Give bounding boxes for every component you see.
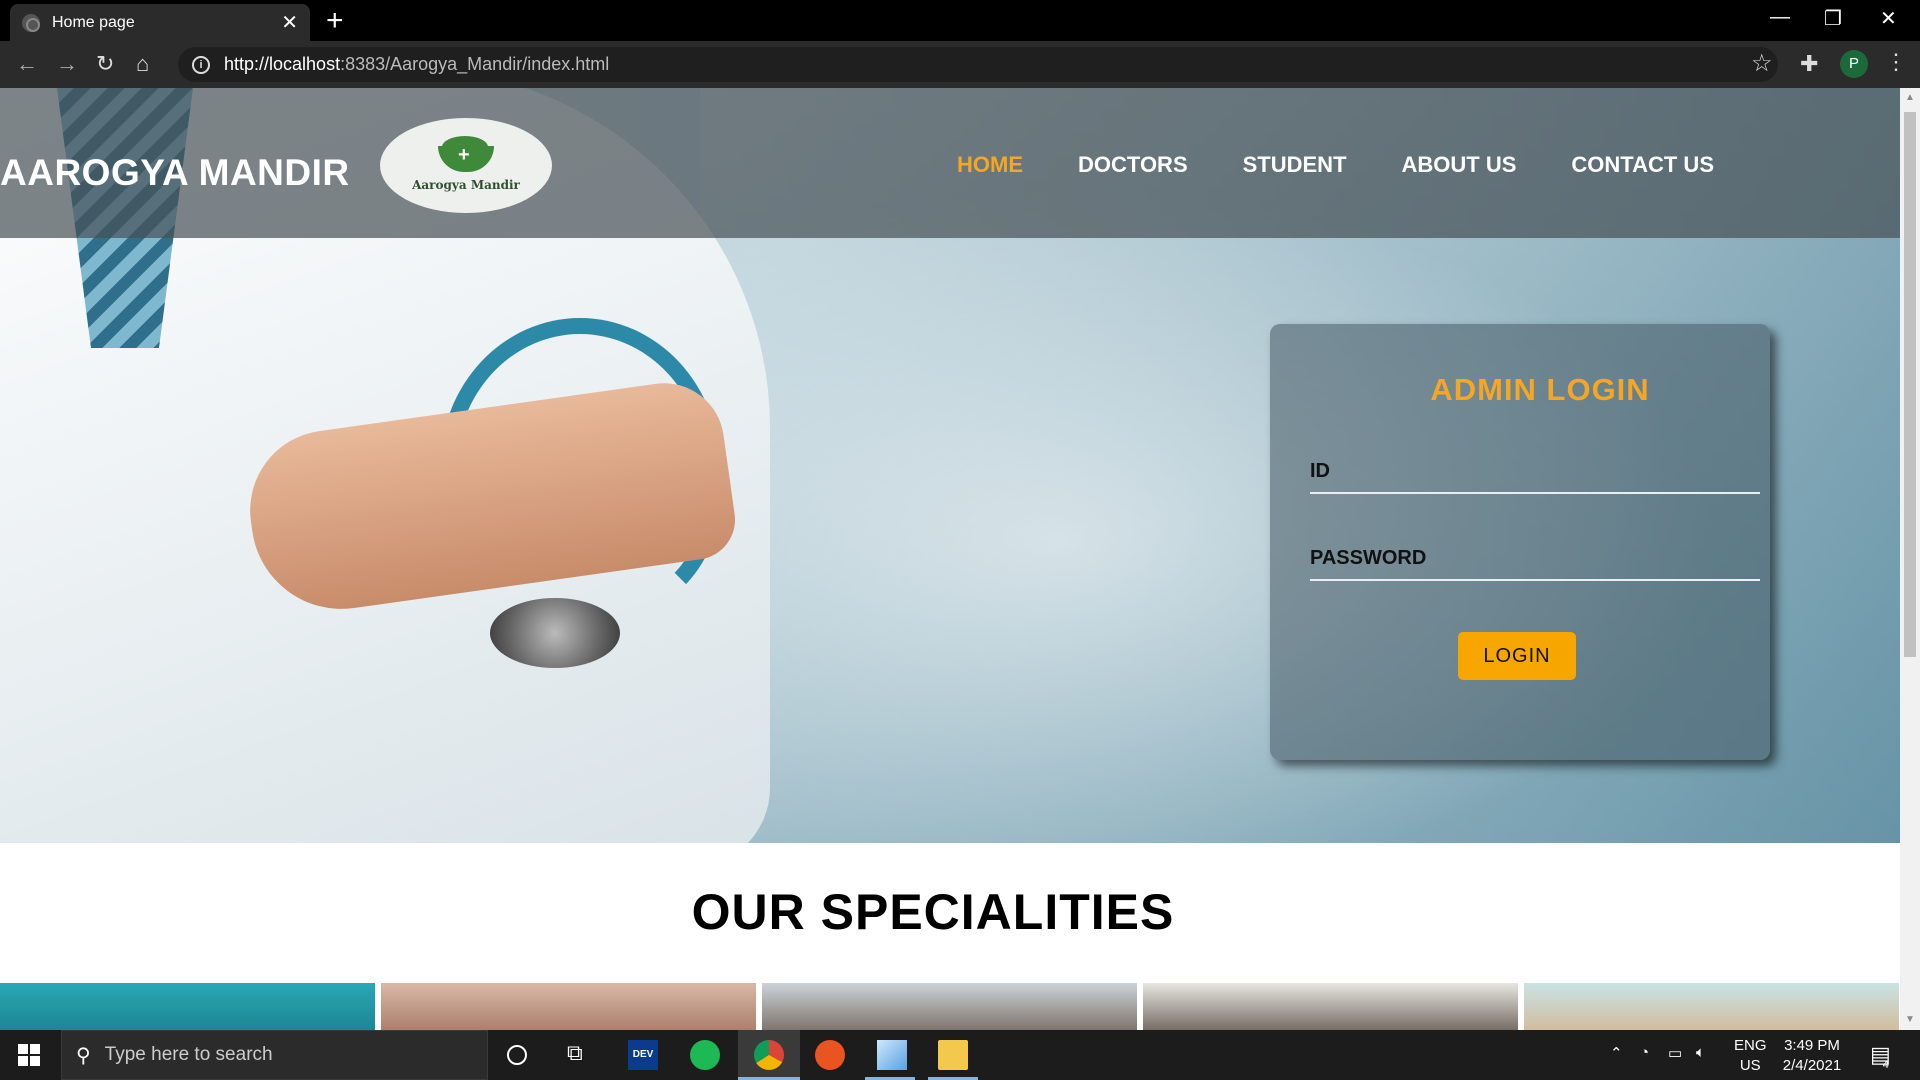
dev-app-icon[interactable]: DEV bbox=[628, 1040, 658, 1070]
tab-title: Home page bbox=[52, 13, 135, 31]
speciality-card[interactable] bbox=[762, 983, 1137, 1030]
site-brand[interactable]: AAROGYA MANDIR bbox=[0, 152, 350, 194]
scroll-up-icon[interactable]: ▲ bbox=[1905, 92, 1915, 103]
speciality-card[interactable] bbox=[1524, 983, 1899, 1030]
nav-home[interactable]: HOME bbox=[957, 152, 1023, 178]
password-input[interactable] bbox=[1310, 541, 1760, 581]
lang-region: US bbox=[1739, 1057, 1761, 1074]
taskbar-clock[interactable]: 3:49 PM 2/4/2021 bbox=[1776, 1036, 1848, 1076]
browser-menu-icon[interactable]: ⋮ bbox=[1885, 49, 1907, 75]
windows-taskbar: ⚲ Type here to search ⧉ DEV ⌃ ◔ ▭ 🔈︎ ENG… bbox=[0, 1030, 1920, 1080]
show-hidden-icons-icon[interactable]: ⌃ bbox=[1610, 1044, 1623, 1062]
notifications-icon[interactable]: ▤4 bbox=[1870, 1042, 1897, 1071]
search-icon: ⚲ bbox=[76, 1044, 91, 1067]
login-title: ADMIN LOGIN bbox=[1430, 372, 1650, 407]
windows-start-icon[interactable] bbox=[18, 1044, 40, 1066]
profile-avatar[interactable]: P bbox=[1840, 50, 1868, 78]
page-scrollbar[interactable]: ▲ ▼ bbox=[1900, 88, 1920, 1030]
browser-titlebar: Home page ✕ + — ❐ ✕ bbox=[0, 0, 1920, 41]
file-explorer-icon[interactable] bbox=[938, 1040, 968, 1070]
password-field[interactable]: PASSWORD bbox=[1310, 541, 1760, 581]
minimize-icon[interactable]: — bbox=[1770, 6, 1790, 29]
chrome-icon[interactable] bbox=[754, 1040, 784, 1070]
extensions-icon[interactable]: ✚ bbox=[1800, 51, 1818, 77]
login-button[interactable]: LOGIN bbox=[1458, 632, 1576, 680]
site-logo[interactable]: Aarogya Mandir bbox=[380, 118, 552, 213]
main-nav: HOME DOCTORS STUDENT ABOUT US CONTACT US bbox=[957, 152, 1714, 178]
notification-count: 4 bbox=[1882, 1059, 1889, 1071]
nav-about-us[interactable]: ABOUT US bbox=[1402, 152, 1517, 178]
scroll-down-icon[interactable]: ▼ bbox=[1905, 1014, 1915, 1025]
id-input[interactable] bbox=[1310, 454, 1760, 494]
battery-icon[interactable]: ▭ bbox=[1668, 1044, 1682, 1062]
nav-contact-us[interactable]: CONTACT US bbox=[1571, 152, 1714, 178]
mortar-icon bbox=[438, 144, 494, 172]
logo-text: Aarogya Mandir bbox=[412, 177, 520, 192]
virtualbox-icon[interactable] bbox=[877, 1040, 907, 1070]
address-bar[interactable]: i http://localhost:8383/Aarogya_Mandir/i… bbox=[178, 47, 1778, 82]
page-viewport: AAROGYA MANDIR Aarogya Mandir HOME DOCTO… bbox=[0, 88, 1900, 1030]
new-tab-button[interactable]: + bbox=[326, 6, 344, 36]
scroll-thumb[interactable] bbox=[1904, 112, 1916, 657]
language-indicator[interactable]: ENG US bbox=[1734, 1036, 1767, 1076]
clock-time: 3:49 PM bbox=[1784, 1037, 1840, 1054]
url-text[interactable]: http://localhost:8383/Aarogya_Mandir/ind… bbox=[224, 54, 609, 75]
close-tab-icon[interactable]: ✕ bbox=[281, 13, 298, 33]
search-placeholder: Type here to search bbox=[104, 1044, 273, 1065]
site-navbar: AAROGYA MANDIR Aarogya Mandir HOME DOCTO… bbox=[0, 88, 1900, 238]
clock-date: 2/4/2021 bbox=[1782, 1057, 1842, 1074]
lang-code: ENG bbox=[1734, 1037, 1767, 1054]
cortana-icon[interactable] bbox=[507, 1045, 527, 1065]
speciality-card[interactable] bbox=[1143, 983, 1518, 1030]
globe-icon bbox=[22, 13, 40, 32]
ubuntu-icon[interactable] bbox=[815, 1040, 845, 1070]
speciality-card[interactable] bbox=[0, 983, 375, 1030]
hero-section: AAROGYA MANDIR Aarogya Mandir HOME DOCTO… bbox=[0, 88, 1900, 843]
spotify-icon[interactable] bbox=[690, 1040, 720, 1070]
reload-icon[interactable]: ↻ bbox=[96, 51, 114, 77]
home-icon[interactable]: ⌂ bbox=[136, 51, 149, 77]
admin-login-card: ADMIN LOGIN ID PASSWORD LOGIN bbox=[1270, 324, 1770, 760]
id-field[interactable]: ID bbox=[1310, 454, 1760, 494]
info-icon[interactable]: i bbox=[192, 55, 210, 74]
window-close-icon[interactable]: ✕ bbox=[1880, 6, 1897, 31]
back-icon[interactable]: ← bbox=[16, 51, 38, 77]
task-view-icon[interactable]: ⧉ bbox=[567, 1040, 597, 1070]
browser-tab[interactable]: Home page ✕ bbox=[10, 4, 310, 41]
nav-student[interactable]: STUDENT bbox=[1243, 152, 1347, 178]
stethoscope-chestpiece-image bbox=[490, 598, 620, 668]
restore-icon[interactable]: ❐ bbox=[1824, 6, 1842, 31]
nav-doctors[interactable]: DOCTORS bbox=[1078, 152, 1188, 178]
forward-icon[interactable]: → bbox=[56, 51, 78, 77]
specialities-cards bbox=[0, 983, 1900, 1030]
volume-icon[interactable]: 🔈︎ bbox=[1696, 1044, 1705, 1061]
specialities-heading: OUR SPECIALITIES bbox=[691, 884, 1175, 940]
taskbar-search[interactable]: ⚲ Type here to search bbox=[61, 1030, 488, 1080]
bookmark-star-icon[interactable]: ☆ bbox=[1751, 49, 1773, 78]
speciality-card[interactable] bbox=[381, 983, 756, 1030]
browser-toolbar: ← → ↻ ⌂ i http://localhost:8383/Aarogya_… bbox=[0, 41, 1920, 88]
network-icon[interactable]: ◔ bbox=[1640, 1044, 1649, 1061]
